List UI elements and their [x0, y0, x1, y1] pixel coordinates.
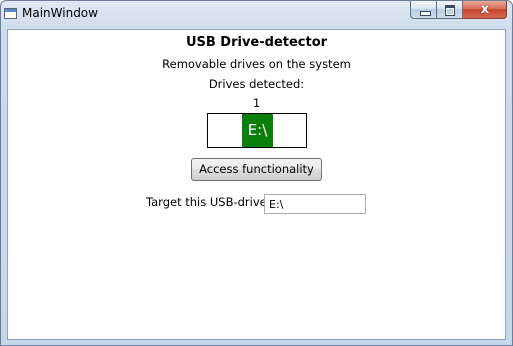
drives-detected-label: Drives detected: [208, 77, 305, 91]
minimize-button[interactable] [410, 1, 437, 19]
close-icon: x [480, 2, 490, 17]
target-drive-label: Target this USB-drive: [146, 195, 271, 209]
minimize-icon [420, 11, 431, 16]
page-title: USB Drive-detector [185, 35, 328, 50]
drive-list: E:\ [207, 113, 307, 148]
drive-item-e[interactable]: E:\ [242, 114, 273, 147]
access-functionality-button[interactable]: Access functionality [191, 158, 322, 181]
main-window: MainWindow x USB Drive-detector Removabl… [0, 0, 513, 346]
window-title: MainWindow [22, 6, 98, 20]
title-bar[interactable]: MainWindow x [1, 1, 512, 29]
target-drive-input[interactable] [264, 194, 366, 214]
subtitle: Removable drives on the system [162, 57, 351, 71]
client-area: USB Drive-detector Removable drives on t… [7, 29, 506, 340]
drives-detected-count: 1 [252, 96, 261, 110]
close-button[interactable]: x [463, 1, 507, 19]
caption-buttons: x [410, 1, 507, 20]
window-app-icon[interactable] [4, 8, 17, 19]
maximize-button[interactable] [437, 1, 463, 19]
maximize-icon [445, 5, 455, 16]
